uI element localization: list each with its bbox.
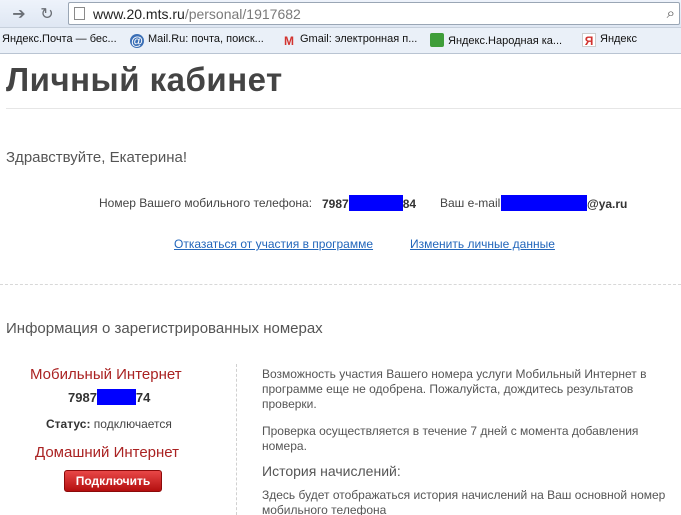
bookmark-yandex[interactable]: Я Яндекс [582, 33, 637, 48]
phone-prefix: 7987 [322, 197, 349, 211]
optout-link[interactable]: Отказаться от участия в программе [174, 237, 373, 251]
greeting-text: Здравствуйте, Екатерина! [6, 149, 188, 166]
browser-toolbar: ➔ ↻ www.20.mts.ru/personal/1917682 ⌕ [0, 0, 681, 28]
service-status: Статус: подключается [46, 417, 172, 431]
service-number: 7987 74 [68, 389, 150, 405]
number-suffix: 74 [135, 390, 151, 405]
puzzle-icon [430, 33, 444, 47]
gmail-icon: M [284, 34, 294, 48]
phone-value: 7987 84 [322, 195, 416, 211]
mobile-internet-title: Мобильный Интернет [30, 366, 182, 383]
phone-label: Номер Вашего мобильного телефона: [99, 196, 313, 210]
phone-suffix: 84 [402, 197, 417, 211]
section-title: Информация о зарегистрированных номерах [6, 320, 323, 337]
bookmarks-bar: Яндекс.Почта — бес... @ Mail.Ru: почта, п… [0, 28, 681, 54]
bookmark-label: Яндекс [600, 33, 637, 45]
bookmark-label: Яндекс.Народная ка... [448, 35, 563, 47]
arrow-right-icon[interactable]: ➔ [8, 4, 30, 24]
bookmark-mailru[interactable]: @ Mail.Ru: почта, поиск... [130, 33, 264, 48]
status-label: Статус: [46, 417, 91, 431]
connect-button[interactable]: Подключить [64, 470, 162, 492]
url-text[interactable]: www.20.mts.ru/personal/1917682 [93, 6, 301, 22]
home-internet-title: Домашний Интернет [35, 444, 180, 461]
number-prefix: 7987 [68, 390, 97, 405]
edit-profile-link[interactable]: Изменить личные данные [410, 237, 555, 251]
section-divider [0, 284, 681, 285]
bookmark-gmail[interactable]: M Gmail: электронная п... [282, 33, 417, 48]
reload-icon[interactable]: ↻ [36, 4, 58, 24]
magnifier-icon[interactable]: ⌕ [667, 5, 675, 22]
bookmark-yandex-narod[interactable]: Яндекс.Народная ка... [430, 33, 562, 47]
email-value: @ya.ru [501, 195, 627, 211]
history-title: История начислений: [262, 463, 401, 479]
url-path: /personal/1917682 [184, 6, 301, 22]
bookmark-label: Яндекс.Почта — бес... [2, 33, 117, 45]
email-redaction [501, 195, 587, 211]
phone-redaction [348, 195, 403, 211]
bookmark-yandex-mail[interactable]: Яндекс.Почта — бес... [2, 33, 117, 45]
number-redaction [96, 389, 136, 405]
history-text: Здесь будет отображаться история начисле… [262, 488, 666, 515]
mailru-icon: @ [130, 34, 144, 48]
url-host: www.20.mts.ru [93, 6, 185, 22]
page-icon [74, 7, 85, 20]
yandex-icon: Я [582, 33, 596, 48]
status-value: подключается [93, 417, 172, 431]
bookmark-label: Mail.Ru: почта, поиск... [148, 33, 264, 45]
email-label: Ваш e-mail: [440, 196, 504, 210]
email-suffix: @ya.ru [587, 197, 628, 211]
page-title: Личный кабинет [6, 61, 283, 98]
column-divider [236, 364, 237, 515]
title-divider [6, 108, 681, 109]
approval-notice: Возможность участия Вашего номера услуги… [262, 367, 647, 411]
verification-notice: Проверка осуществляется в течение 7 дней… [262, 424, 639, 453]
bookmark-label: Gmail: электронная п... [300, 33, 418, 45]
address-bar[interactable]: www.20.mts.ru/personal/1917682 ⌕ [68, 2, 680, 25]
